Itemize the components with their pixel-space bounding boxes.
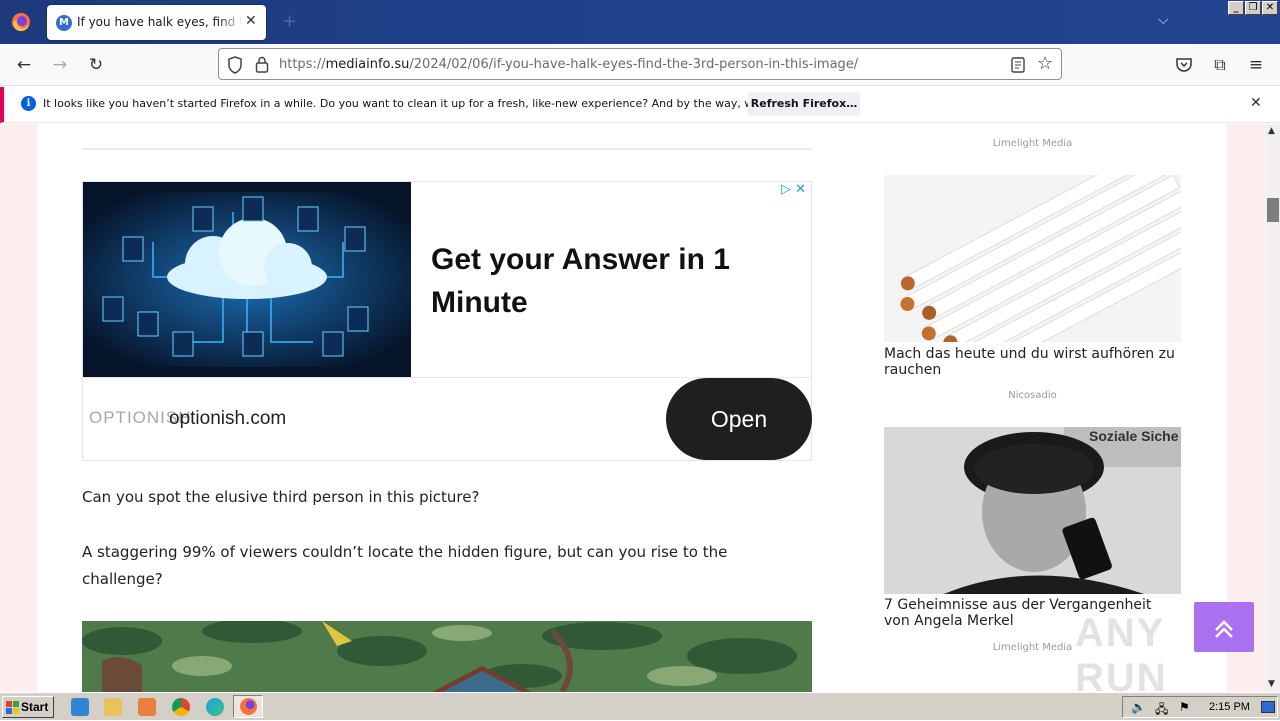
minimize-icon[interactable]: _ (1228, 1, 1244, 15)
sidebar-source-label: Limelight Media (992, 138, 1073, 149)
scroll-to-top-button[interactable] (1194, 602, 1254, 652)
new-tab-icon[interactable]: + (282, 11, 297, 32)
sidebar-merkel-photo[interactable]: Soziale Siche (884, 427, 1181, 594)
internet-explorer-icon[interactable] (71, 698, 89, 716)
media-player-icon[interactable] (138, 698, 156, 716)
browser-tab-bar: M If you have halk eyes, find the 3rd pe… (0, 0, 1280, 44)
url-bar[interactable]: https://mediainfo.su/2024/02/06/if-you-h… (218, 48, 1062, 80)
file-explorer-icon[interactable] (104, 698, 122, 716)
restore-icon[interactable]: ❐ (1245, 1, 1261, 15)
scrollbar-thumb[interactable] (1267, 198, 1279, 222)
site-favicon-icon: M (56, 15, 72, 31)
network-icon[interactable]: 🖧 (1155, 700, 1168, 721)
forward-icon[interactable]: → (50, 55, 70, 75)
bookmark-star-icon[interactable]: ☆ (1037, 53, 1053, 74)
flag-icon[interactable]: ⚑ (1179, 700, 1190, 714)
article-puzzle-image (82, 621, 812, 692)
ad-cloud-image[interactable] (83, 182, 411, 377)
chevron-up-icon (1215, 620, 1233, 638)
list-all-tabs-icon[interactable]: ⌵ (1158, 12, 1169, 28)
sidebar-article-title-1[interactable]: Mach das heute und du wirst aufhören zu … (884, 346, 1181, 378)
sidebar-source-label: Nicosadio (1008, 390, 1057, 401)
refresh-firefox-button[interactable]: Refresh Firefox… (748, 92, 860, 116)
navigation-toolbar: ← → ↻ https://mediainfo.su/2024/02/06/if… (0, 44, 1280, 86)
advertisement[interactable]: ▷ ✕ Get your Answer in 1 Minute OPTIONIS… (82, 181, 812, 461)
start-label: Start (21, 700, 49, 714)
vertical-scrollbar[interactable]: ▲ ▼ (1266, 124, 1280, 692)
pocket-icon[interactable] (1175, 56, 1193, 74)
article-paragraph-2: A staggering 99% of viewers couldn’t loc… (82, 543, 728, 588)
chrome-icon[interactable] (172, 698, 190, 716)
notification-close-icon[interactable]: ✕ (1250, 95, 1262, 111)
firefox-taskbar-icon (240, 698, 257, 715)
firefox-icon[interactable] (8, 9, 34, 35)
reload-icon[interactable]: ↻ (86, 55, 106, 75)
app-menu-icon[interactable]: ≡ (1246, 55, 1266, 75)
windows-taskbar: Start 🔈 🖧 ⚑ 2:15 PM (0, 692, 1280, 720)
scroll-down-arrow-icon[interactable]: ▼ (1268, 679, 1275, 689)
notification-bar: i It looks like you haven’t started Fire… (0, 87, 1280, 123)
back-icon[interactable]: ← (14, 55, 34, 75)
article-paragraph-1: Can you spot the elusive third person in… (82, 488, 480, 506)
extensions-icon[interactable]: ⧉ (1210, 55, 1230, 75)
firefox-taskbar-button[interactable] (233, 695, 263, 718)
window-close-icon[interactable]: ✕ (1262, 1, 1278, 15)
tab-title: If you have halk eyes, find the 3rd pers… (77, 15, 243, 29)
tracking-protection-shield-icon[interactable] (227, 56, 243, 74)
page-viewport: ▷ ✕ Get your Answer in 1 Minute OPTIONIS… (0, 124, 1266, 692)
volume-icon[interactable]: 🔈 (1131, 700, 1146, 714)
scroll-up-arrow-icon[interactable]: ▲ (1268, 126, 1275, 136)
start-button[interactable]: Start (2, 696, 54, 718)
notification-text: It looks like you haven’t started Firefo… (43, 97, 828, 110)
ad-open-button[interactable]: Open (666, 378, 812, 460)
sidebar-cigarettes-image[interactable] (884, 175, 1181, 342)
info-icon: i (21, 96, 36, 111)
divider (82, 148, 812, 150)
svg-text:Soziale Siche: Soziale Siche (1089, 428, 1179, 444)
show-desktop-icon[interactable] (1261, 701, 1275, 713)
page-content: ▷ ✕ Get your Answer in 1 Minute OPTIONIS… (37, 124, 1254, 692)
tab-active[interactable]: M If you have halk eyes, find the 3rd pe… (47, 5, 266, 40)
ad-choices-icon[interactable]: ▷ ✕ (781, 182, 806, 197)
url-text[interactable]: https://mediainfo.su/2024/02/06/if-you-h… (279, 57, 858, 72)
ad-advertiser-domain[interactable]: optionish.com (169, 408, 286, 430)
ad-headline[interactable]: Get your Answer in 1 Minute (431, 238, 801, 324)
padlock-icon[interactable] (255, 56, 269, 73)
windows-logo-icon (6, 701, 19, 714)
reader-view-icon[interactable] (1011, 57, 1025, 73)
edge-icon[interactable] (206, 698, 224, 716)
taskbar-clock[interactable]: 2:15 PM (1209, 701, 1250, 713)
system-tray: 🔈 🖧 ⚑ (1122, 696, 1278, 718)
tab-close-icon[interactable]: ✕ (245, 13, 257, 29)
